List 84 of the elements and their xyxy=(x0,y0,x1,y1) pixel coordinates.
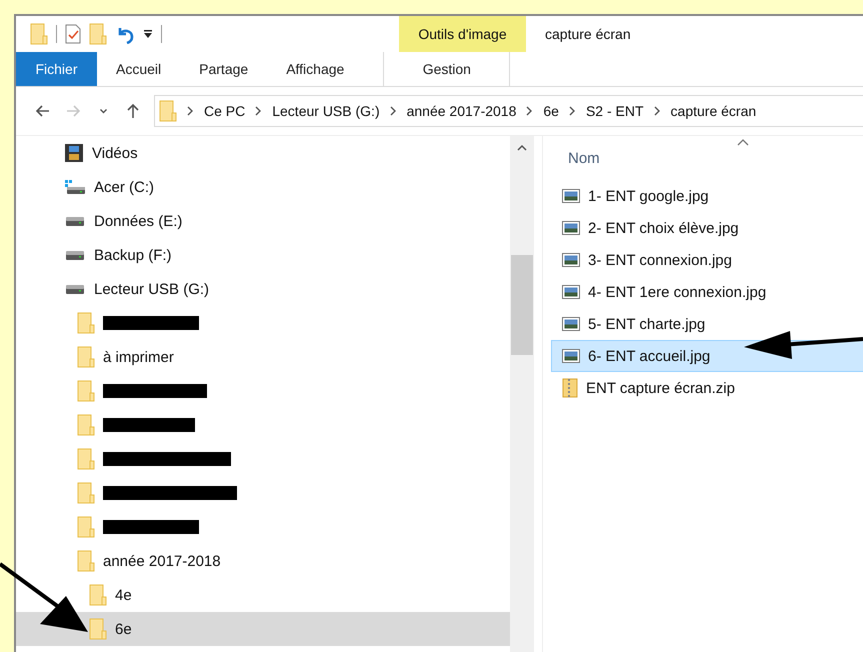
window-title: capture écran xyxy=(544,25,631,44)
image-file-icon xyxy=(562,285,580,299)
file-name: 6- ENT accueil.jpg xyxy=(588,348,710,364)
chevron-icon xyxy=(568,106,576,116)
folder-icon xyxy=(77,516,95,538)
file-name: 2- ENT choix élève.jpg xyxy=(588,220,739,236)
file-item[interactable]: 5- ENT charte.jpg xyxy=(551,308,863,340)
properties-icon[interactable] xyxy=(65,24,81,44)
tree-label: 4e xyxy=(115,586,132,604)
context-tab-header: Outils d'image xyxy=(399,16,526,52)
scrollbar[interactable] xyxy=(510,136,534,652)
drive-icon xyxy=(64,283,86,295)
tree-item[interactable]: Backup (F:) xyxy=(16,238,510,272)
chevron-icon xyxy=(255,106,262,116)
file-item[interactable]: 1- ENT google.jpg xyxy=(551,180,863,212)
tree-item[interactable]: Vidéos xyxy=(16,136,510,170)
file-item[interactable]: 4- ENT 1ere connexion.jpg xyxy=(551,276,863,308)
tree-label: Lecteur USB (G:) xyxy=(94,280,210,298)
tree-item[interactable]: année 2017-2018 xyxy=(16,544,510,578)
file-name: 3- ENT connexion.jpg xyxy=(588,252,732,268)
image-file-icon xyxy=(562,317,580,331)
drive-icon xyxy=(64,215,86,227)
tree-label: année 2017-2018 xyxy=(103,552,221,570)
folder-icon xyxy=(89,584,107,606)
folder-icon xyxy=(77,482,95,504)
chevron-icon xyxy=(654,106,661,116)
image-file-icon xyxy=(562,349,580,363)
breadcrumb[interactable]: Lecteur USB (G:) xyxy=(272,103,380,119)
file-name: ENT capture écran.zip xyxy=(586,380,735,396)
tree-label: Données (E:) xyxy=(94,212,182,230)
tree-label: à imprimer xyxy=(103,348,174,366)
column-header[interactable]: Nom xyxy=(568,150,863,167)
scroll-up-icon[interactable] xyxy=(517,144,527,151)
breadcrumb[interactable]: Ce PC xyxy=(204,103,246,119)
folder-icon xyxy=(89,618,107,640)
file-name: 4- ENT 1ere connexion.jpg xyxy=(588,284,766,300)
folder-icon xyxy=(30,23,48,45)
file-item[interactable]: 3- ENT connexion.jpg xyxy=(551,244,863,276)
breadcrumb[interactable]: année 2017-2018 xyxy=(406,103,516,119)
tree-item[interactable]: Acer (C:) xyxy=(16,170,510,204)
drive-icon xyxy=(64,249,86,261)
folder-icon xyxy=(77,550,95,572)
tree-item[interactable]: à imprimer xyxy=(16,340,510,374)
folder-icon xyxy=(77,448,95,470)
folder-icon xyxy=(77,346,95,368)
file-name: 1- ENT google.jpg xyxy=(588,188,709,204)
folder-icon xyxy=(159,100,177,122)
tree-item[interactable]: Lecteur USB (G:) xyxy=(16,272,510,306)
chevron-icon xyxy=(390,106,397,116)
tree-label: Vidéos xyxy=(92,144,138,162)
chevron-icon xyxy=(187,106,194,116)
address-bar[interactable]: Ce PC Lecteur USB (G:) année 2017-2018 6e S2 - ENT capture écran xyxy=(154,95,863,127)
tree-item[interactable]: 6e xyxy=(16,612,510,646)
sort-caret-icon xyxy=(737,138,749,146)
film-icon xyxy=(64,143,84,163)
scroll-thumb[interactable] xyxy=(511,255,533,355)
breadcrumb[interactable]: capture écran xyxy=(670,103,756,119)
file-name: 5- ENT charte.jpg xyxy=(588,316,706,332)
tree-label: Acer (C:) xyxy=(94,178,154,196)
image-file-icon xyxy=(562,189,580,203)
breadcrumb[interactable]: 6e xyxy=(543,103,559,119)
new-folder-icon xyxy=(89,23,107,45)
customize-toolbar-icon[interactable] xyxy=(143,29,153,39)
file-tab[interactable]: Fichier xyxy=(16,52,97,86)
file-item[interactable]: ENT capture écran.zip xyxy=(551,372,863,404)
ribbon-tab[interactable]: Accueil xyxy=(97,52,180,86)
ribbon-tab[interactable]: Affichage xyxy=(267,52,364,86)
tree-item[interactable]: 4e xyxy=(16,578,510,612)
folder-icon xyxy=(77,414,95,436)
zip-file-icon xyxy=(562,378,578,398)
file-item[interactable]: 2- ENT choix élève.jpg xyxy=(551,212,863,244)
ribbon-tab[interactable]: Partage xyxy=(180,52,268,86)
tree-item[interactable]: Données (E:) xyxy=(16,204,510,238)
image-file-icon xyxy=(562,221,580,235)
breadcrumb[interactable]: S2 - ENT xyxy=(586,103,644,119)
tree-label: 6e xyxy=(115,620,132,638)
image-file-icon xyxy=(562,253,580,267)
chevron-down-icon xyxy=(98,108,108,114)
folder-icon xyxy=(77,380,95,402)
drive-icon xyxy=(64,179,86,195)
tree-label: Backup (F:) xyxy=(94,246,172,264)
chevron-icon xyxy=(526,106,534,116)
folder-icon xyxy=(77,312,95,334)
file-item[interactable]: 6- ENT accueil.jpg xyxy=(551,340,863,372)
